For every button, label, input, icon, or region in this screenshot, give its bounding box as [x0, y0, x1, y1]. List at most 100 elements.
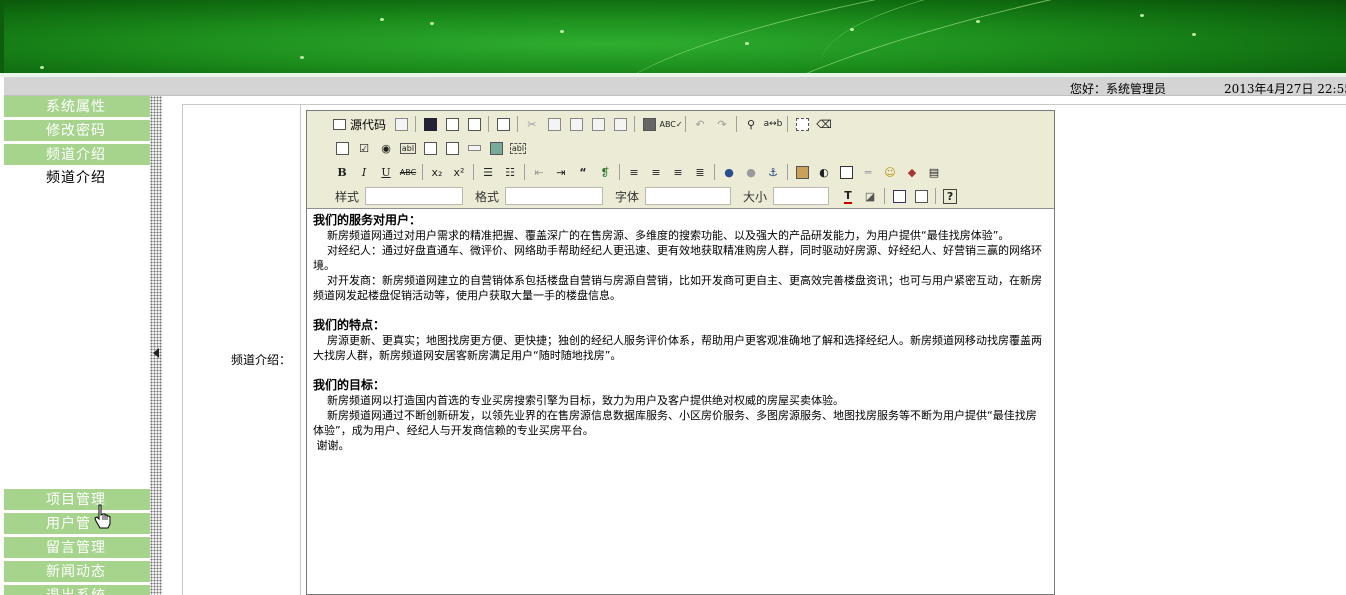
flash-button[interactable]: ◐	[813, 161, 835, 183]
editor-content[interactable]: 我们的服务对用户： 新房频道网通过对用户需求的精准把握、覆盖深广的在售房源、多维…	[313, 213, 1043, 453]
redo-icon: ↷	[717, 117, 727, 131]
outdent-icon: ⇤	[534, 165, 544, 179]
special-char-button[interactable]: ◆	[901, 161, 923, 183]
redo-button[interactable]: ↷	[711, 113, 733, 135]
undo-button[interactable]: ↶	[689, 113, 711, 135]
cut-icon: ✂	[527, 117, 537, 131]
image-button[interactable]	[791, 161, 813, 183]
superscript-button[interactable]: x²	[448, 161, 470, 183]
textfield-button[interactable]: abl	[397, 137, 419, 159]
template-button[interactable]	[492, 113, 514, 135]
copy-button[interactable]	[543, 113, 565, 135]
underline-button[interactable]: U	[375, 161, 397, 183]
paste-word-icon	[613, 117, 627, 131]
hand-cursor-icon	[94, 504, 111, 529]
align-right-button[interactable]: ≡	[667, 161, 689, 183]
collapse-arrow-icon[interactable]	[153, 348, 159, 358]
style-select[interactable]	[365, 187, 464, 205]
banner-swoosh-3	[815, 0, 1346, 73]
outdent-button[interactable]: ⇤	[528, 161, 550, 183]
page-break-button[interactable]: ▤	[923, 161, 945, 183]
unordered-list-button[interactable]: ☷	[499, 161, 521, 183]
text-color-button[interactable]: T	[837, 185, 859, 207]
sidebar-item-logout[interactable]: 退出系统	[4, 585, 150, 595]
replace-button[interactable]: a↔b	[762, 113, 784, 135]
image-button-button[interactable]	[485, 137, 507, 159]
paste-button[interactable]	[565, 113, 587, 135]
indent-button[interactable]: ⇥	[550, 161, 572, 183]
maximize-button[interactable]	[888, 185, 910, 207]
sidebar-splitter[interactable]	[150, 96, 162, 595]
paste-word-button[interactable]	[609, 113, 631, 135]
cut-button[interactable]: ✂	[521, 113, 543, 135]
user-info-bar: 您好：系统管理员 2013年4月27日 22:55:4	[4, 77, 1346, 96]
print-icon	[642, 117, 656, 131]
select-all-button[interactable]	[791, 113, 813, 135]
smiley-button[interactable]: ☺	[879, 161, 901, 183]
doc-props-button[interactable]	[390, 113, 412, 135]
new-page-button[interactable]	[441, 113, 463, 135]
form-button[interactable]	[331, 137, 353, 159]
replace-icon: a↔b	[763, 119, 783, 129]
sidebar-item-channel-intro[interactable]: 频道介绍	[4, 144, 150, 166]
remove-format-button[interactable]: ⌫	[813, 113, 835, 135]
textarea-button[interactable]	[419, 137, 441, 159]
source-button[interactable]: 源代码	[331, 113, 390, 135]
link-button[interactable]: ●	[718, 161, 740, 183]
font-label: 字体	[615, 189, 640, 204]
rich-text-editor: 源代码 ✂ ABC✓ ↶ ↷ ⚲ a↔b ⌫ ☑ ◉ abl abl B I U…	[306, 110, 1055, 595]
anchor-button[interactable]: ⚓	[762, 161, 784, 183]
subscript-button[interactable]: x₂	[426, 161, 448, 183]
align-justify-button[interactable]: ≣	[689, 161, 711, 183]
select-button[interactable]	[441, 137, 463, 159]
hidden-field-button[interactable]: abl	[507, 137, 529, 159]
sidebar-subitem-channel-intro[interactable]: 频道介绍	[4, 167, 150, 189]
toolbar-row-1: 源代码 ✂ ABC✓ ↶ ↷ ⚲ a↔b ⌫	[331, 113, 835, 135]
toolbar-separator	[884, 188, 886, 204]
toolbar-separator	[685, 116, 687, 132]
print-button[interactable]	[638, 113, 660, 135]
preview-button[interactable]	[463, 113, 485, 135]
sidebar-item-news[interactable]: 新闻动态	[4, 561, 150, 583]
content-paragraph: 对开发商：新房频道网建立的自营销体系包括楼盘自营销与房源自营销，比如开发商可更自…	[313, 274, 1042, 302]
table-button[interactable]	[835, 161, 857, 183]
paste-text-button[interactable]	[587, 113, 609, 135]
bg-color-button[interactable]: ◪	[859, 185, 881, 207]
sidebar-item-system-properties[interactable]: 系统属性	[4, 96, 150, 118]
about-button[interactable]: ?	[939, 185, 961, 207]
ordered-list-button[interactable]: ☰	[477, 161, 499, 183]
button-icon	[467, 145, 481, 151]
align-center-icon: ≡	[651, 165, 661, 179]
new-page-icon	[445, 117, 459, 131]
show-blocks-button[interactable]	[910, 185, 932, 207]
banner-sparkle	[40, 66, 44, 69]
banner-sparkle	[745, 42, 749, 45]
strikethrough-button[interactable]: ABC	[397, 161, 419, 183]
size-select[interactable]	[773, 187, 830, 205]
div-button[interactable]: ❡	[594, 161, 616, 183]
align-center-button[interactable]: ≡	[645, 161, 667, 183]
font-select[interactable]	[645, 187, 732, 205]
special-char-icon: ◆	[907, 165, 917, 179]
align-left-button[interactable]: ≡	[623, 161, 645, 183]
save-button[interactable]	[419, 113, 441, 135]
sidebar-item-user-management[interactable]: 用户管	[4, 513, 150, 535]
spellcheck-button[interactable]: ABC✓	[659, 113, 682, 135]
horizontal-rule-button[interactable]: ═	[857, 161, 879, 183]
blockquote-button[interactable]: “	[572, 161, 594, 183]
sidebar-item-change-password[interactable]: 修改密码	[4, 120, 150, 142]
banner-sparkle	[850, 28, 854, 31]
sidebar-item-message-management[interactable]: 留言管理	[4, 537, 150, 559]
sidebar-item-project-management[interactable]: 项目管理	[4, 489, 150, 511]
checkbox-button[interactable]: ☑	[353, 137, 375, 159]
align-right-icon: ≡	[673, 165, 683, 179]
radio-button[interactable]: ◉	[375, 137, 397, 159]
unlink-button[interactable]: ●	[740, 161, 762, 183]
toolbar-separator	[422, 164, 423, 180]
format-select[interactable]	[505, 187, 604, 205]
button-button[interactable]	[463, 137, 485, 159]
italic-button[interactable]: I	[353, 161, 375, 183]
template-icon	[496, 117, 510, 131]
bold-button[interactable]: B	[331, 161, 353, 183]
find-button[interactable]: ⚲	[740, 113, 762, 135]
